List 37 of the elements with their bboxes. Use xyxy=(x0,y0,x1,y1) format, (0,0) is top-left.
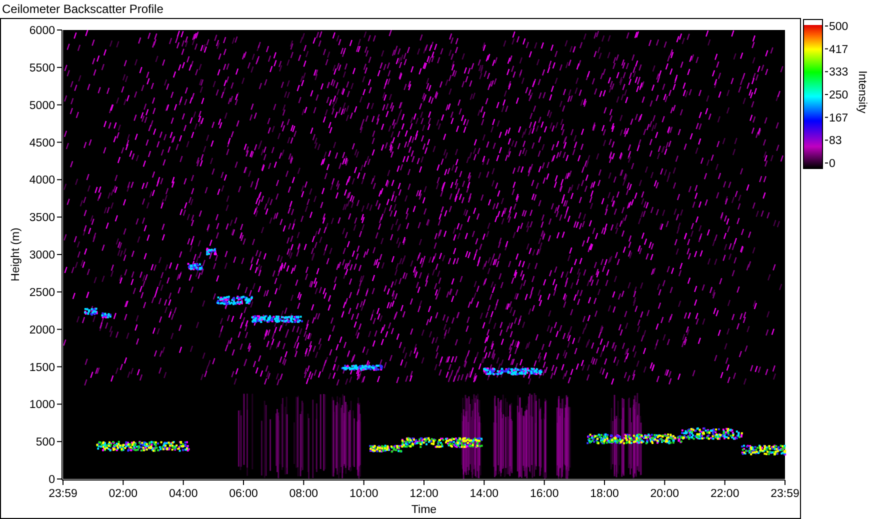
y-tick-label: 500 xyxy=(36,436,55,449)
scale-tick-label: 83 xyxy=(829,135,842,148)
x-tick-label: 23:59 xyxy=(48,488,78,500)
y-tick-label: 4000 xyxy=(29,174,55,187)
x-tick-label: 04:00 xyxy=(168,488,198,500)
y-tick-label: 5500 xyxy=(29,62,55,74)
y-tick-label: 6000 xyxy=(29,25,55,37)
y-axis-title: Height (m) xyxy=(10,228,22,282)
x-tick-label: 06:00 xyxy=(229,488,258,500)
y-tick-label: 0 xyxy=(48,474,55,486)
y-tick-label: 2000 xyxy=(29,324,55,336)
y-tick-label: 3500 xyxy=(29,212,55,224)
x-tick-label: 10:00 xyxy=(349,488,378,500)
y-tick-label: 5000 xyxy=(29,100,55,112)
scale-tick-label: 250 xyxy=(829,90,848,102)
y-tick-label: 3000 xyxy=(29,250,55,262)
scale-title: Intensity xyxy=(856,70,868,114)
x-tick-label: 23:59 xyxy=(770,488,800,500)
y-tick-label: 1500 xyxy=(29,362,55,374)
x-tick-label: 08:00 xyxy=(289,488,318,500)
scale-tick-label: 333 xyxy=(829,66,848,79)
chart-title: Ceilometer Backscatter Profile xyxy=(1,1,164,18)
y-tick-label: 1000 xyxy=(29,399,55,412)
x-tick-label: 14:00 xyxy=(470,488,499,500)
scale-tick-label: 417 xyxy=(829,44,848,56)
y-tick-label: 2500 xyxy=(29,286,55,299)
x-tick-label: 22:00 xyxy=(710,488,740,500)
x-axis-title: Time xyxy=(411,504,437,516)
x-tick-label: 02:00 xyxy=(108,488,138,500)
scale-tick-label: 0 xyxy=(829,158,836,170)
scale-tick-label: 500 xyxy=(829,21,848,33)
x-tick-label: 16:00 xyxy=(530,488,559,500)
scale-tick-label: 167 xyxy=(829,112,848,124)
x-tick-label: 18:00 xyxy=(590,488,619,500)
x-tick-label: 12:00 xyxy=(410,488,438,500)
x-tick-label: 20:00 xyxy=(650,488,680,500)
y-tick-label: 4500 xyxy=(29,137,55,150)
